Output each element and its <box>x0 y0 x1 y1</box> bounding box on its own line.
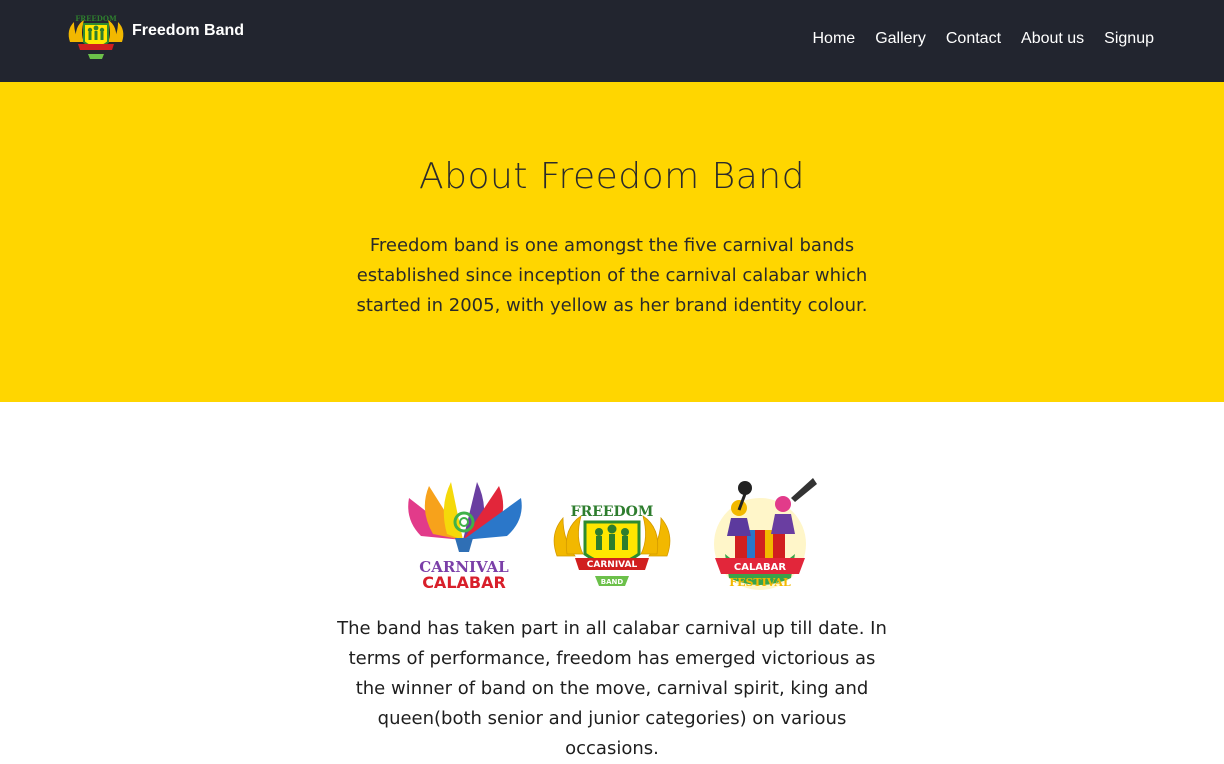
nav-signup[interactable]: Signup <box>1104 30 1154 48</box>
hero-section: About Freedom Band Freedom band is one a… <box>0 82 1224 402</box>
carnival-logo-text-bottom: CALABAR <box>422 573 506 592</box>
freedom-band-logo-icon: FREEDOM <box>68 14 124 59</box>
hero-description: Freedom band is one amongst the five car… <box>356 235 868 316</box>
logo-row: CARNIVAL CALABAR CARNIVAL BAND FREEDOM C… <box>0 474 1224 592</box>
freedom-logo-text-bottom: BAND <box>601 578 624 586</box>
band-history-paragraph: The band has taken part in all calabar c… <box>337 618 887 759</box>
brand-link[interactable]: FREEDOM Freedom Band <box>64 12 244 64</box>
svg-text:FREEDOM: FREEDOM <box>75 14 117 23</box>
festival-logo-text-top: CALABAR <box>734 562 787 573</box>
freedom-carnival-band-logo-icon: CARNIVAL BAND FREEDOM <box>553 504 671 586</box>
brand-name: Freedom Band <box>132 22 245 39</box>
nav-home[interactable]: Home <box>813 30 856 48</box>
nav-about-us[interactable]: About us <box>1021 30 1084 48</box>
freedom-logo-text-top: FREEDOM <box>571 504 654 520</box>
calabar-festival-logo-icon: CALABAR FESTIVAL <box>714 478 817 590</box>
nav-links: Home Gallery Contact About us Signup <box>813 30 1155 48</box>
nav-gallery[interactable]: Gallery <box>875 30 926 48</box>
carnival-calabar-logo-icon: CARNIVAL CALABAR <box>408 482 522 592</box>
nav-contact[interactable]: Contact <box>946 30 1001 48</box>
festival-logo-text-bottom: FESTIVAL <box>729 576 791 589</box>
freedom-logo-text-mid: CARNIVAL <box>587 560 638 570</box>
content-section: CARNIVAL CALABAR CARNIVAL BAND FREEDOM C… <box>0 402 1224 764</box>
page-title: About Freedom Band <box>419 156 805 197</box>
navbar: FREEDOM Freedom Band Home Gallery Contac… <box>0 0 1224 82</box>
